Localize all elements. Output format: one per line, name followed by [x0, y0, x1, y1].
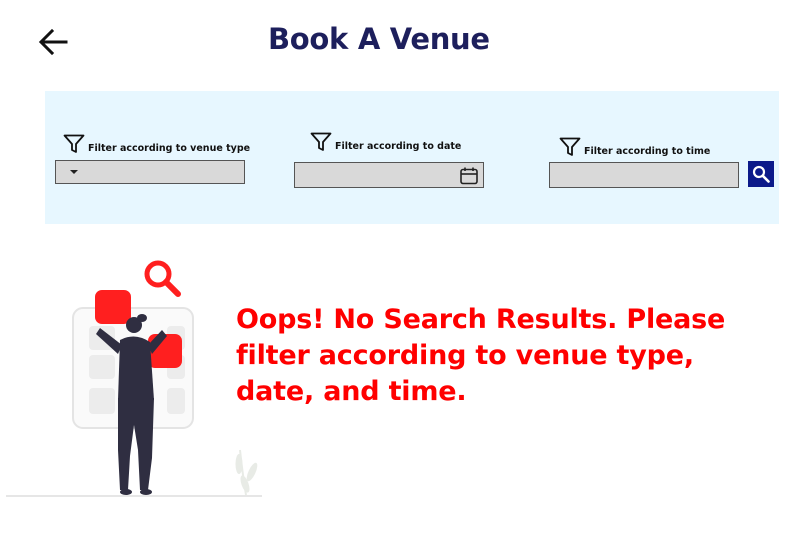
time-filter-label: Filter according to time [559, 137, 710, 157]
back-button[interactable] [36, 26, 70, 58]
date-filter-text: Filter according to date [335, 141, 462, 152]
filter-icon [559, 137, 581, 156]
search-icon [752, 165, 770, 183]
filter-icon [63, 134, 85, 153]
venue-type-filter-label: Filter according to venue type [63, 134, 250, 154]
caret-down-icon [70, 170, 78, 174]
time-filter-text: Filter according to time [584, 146, 711, 157]
search-icon [144, 260, 181, 297]
arrow-left-icon [38, 28, 68, 56]
date-input[interactable] [294, 162, 484, 188]
venue-type-select[interactable] [55, 160, 245, 184]
filter-panel [45, 91, 779, 224]
search-button[interactable] [748, 161, 774, 187]
filter-icon [310, 132, 332, 151]
venue-type-filter-text: Filter according to venue type [88, 143, 251, 154]
date-filter-label: Filter according to date [310, 132, 461, 152]
page-title: Book A Venue [268, 22, 490, 56]
time-input[interactable] [549, 162, 739, 188]
person-searching-illustration [6, 260, 262, 497]
no-results-message: Oops! No Search Results. Please filter a… [236, 304, 726, 407]
calendar-icon[interactable] [459, 166, 479, 186]
